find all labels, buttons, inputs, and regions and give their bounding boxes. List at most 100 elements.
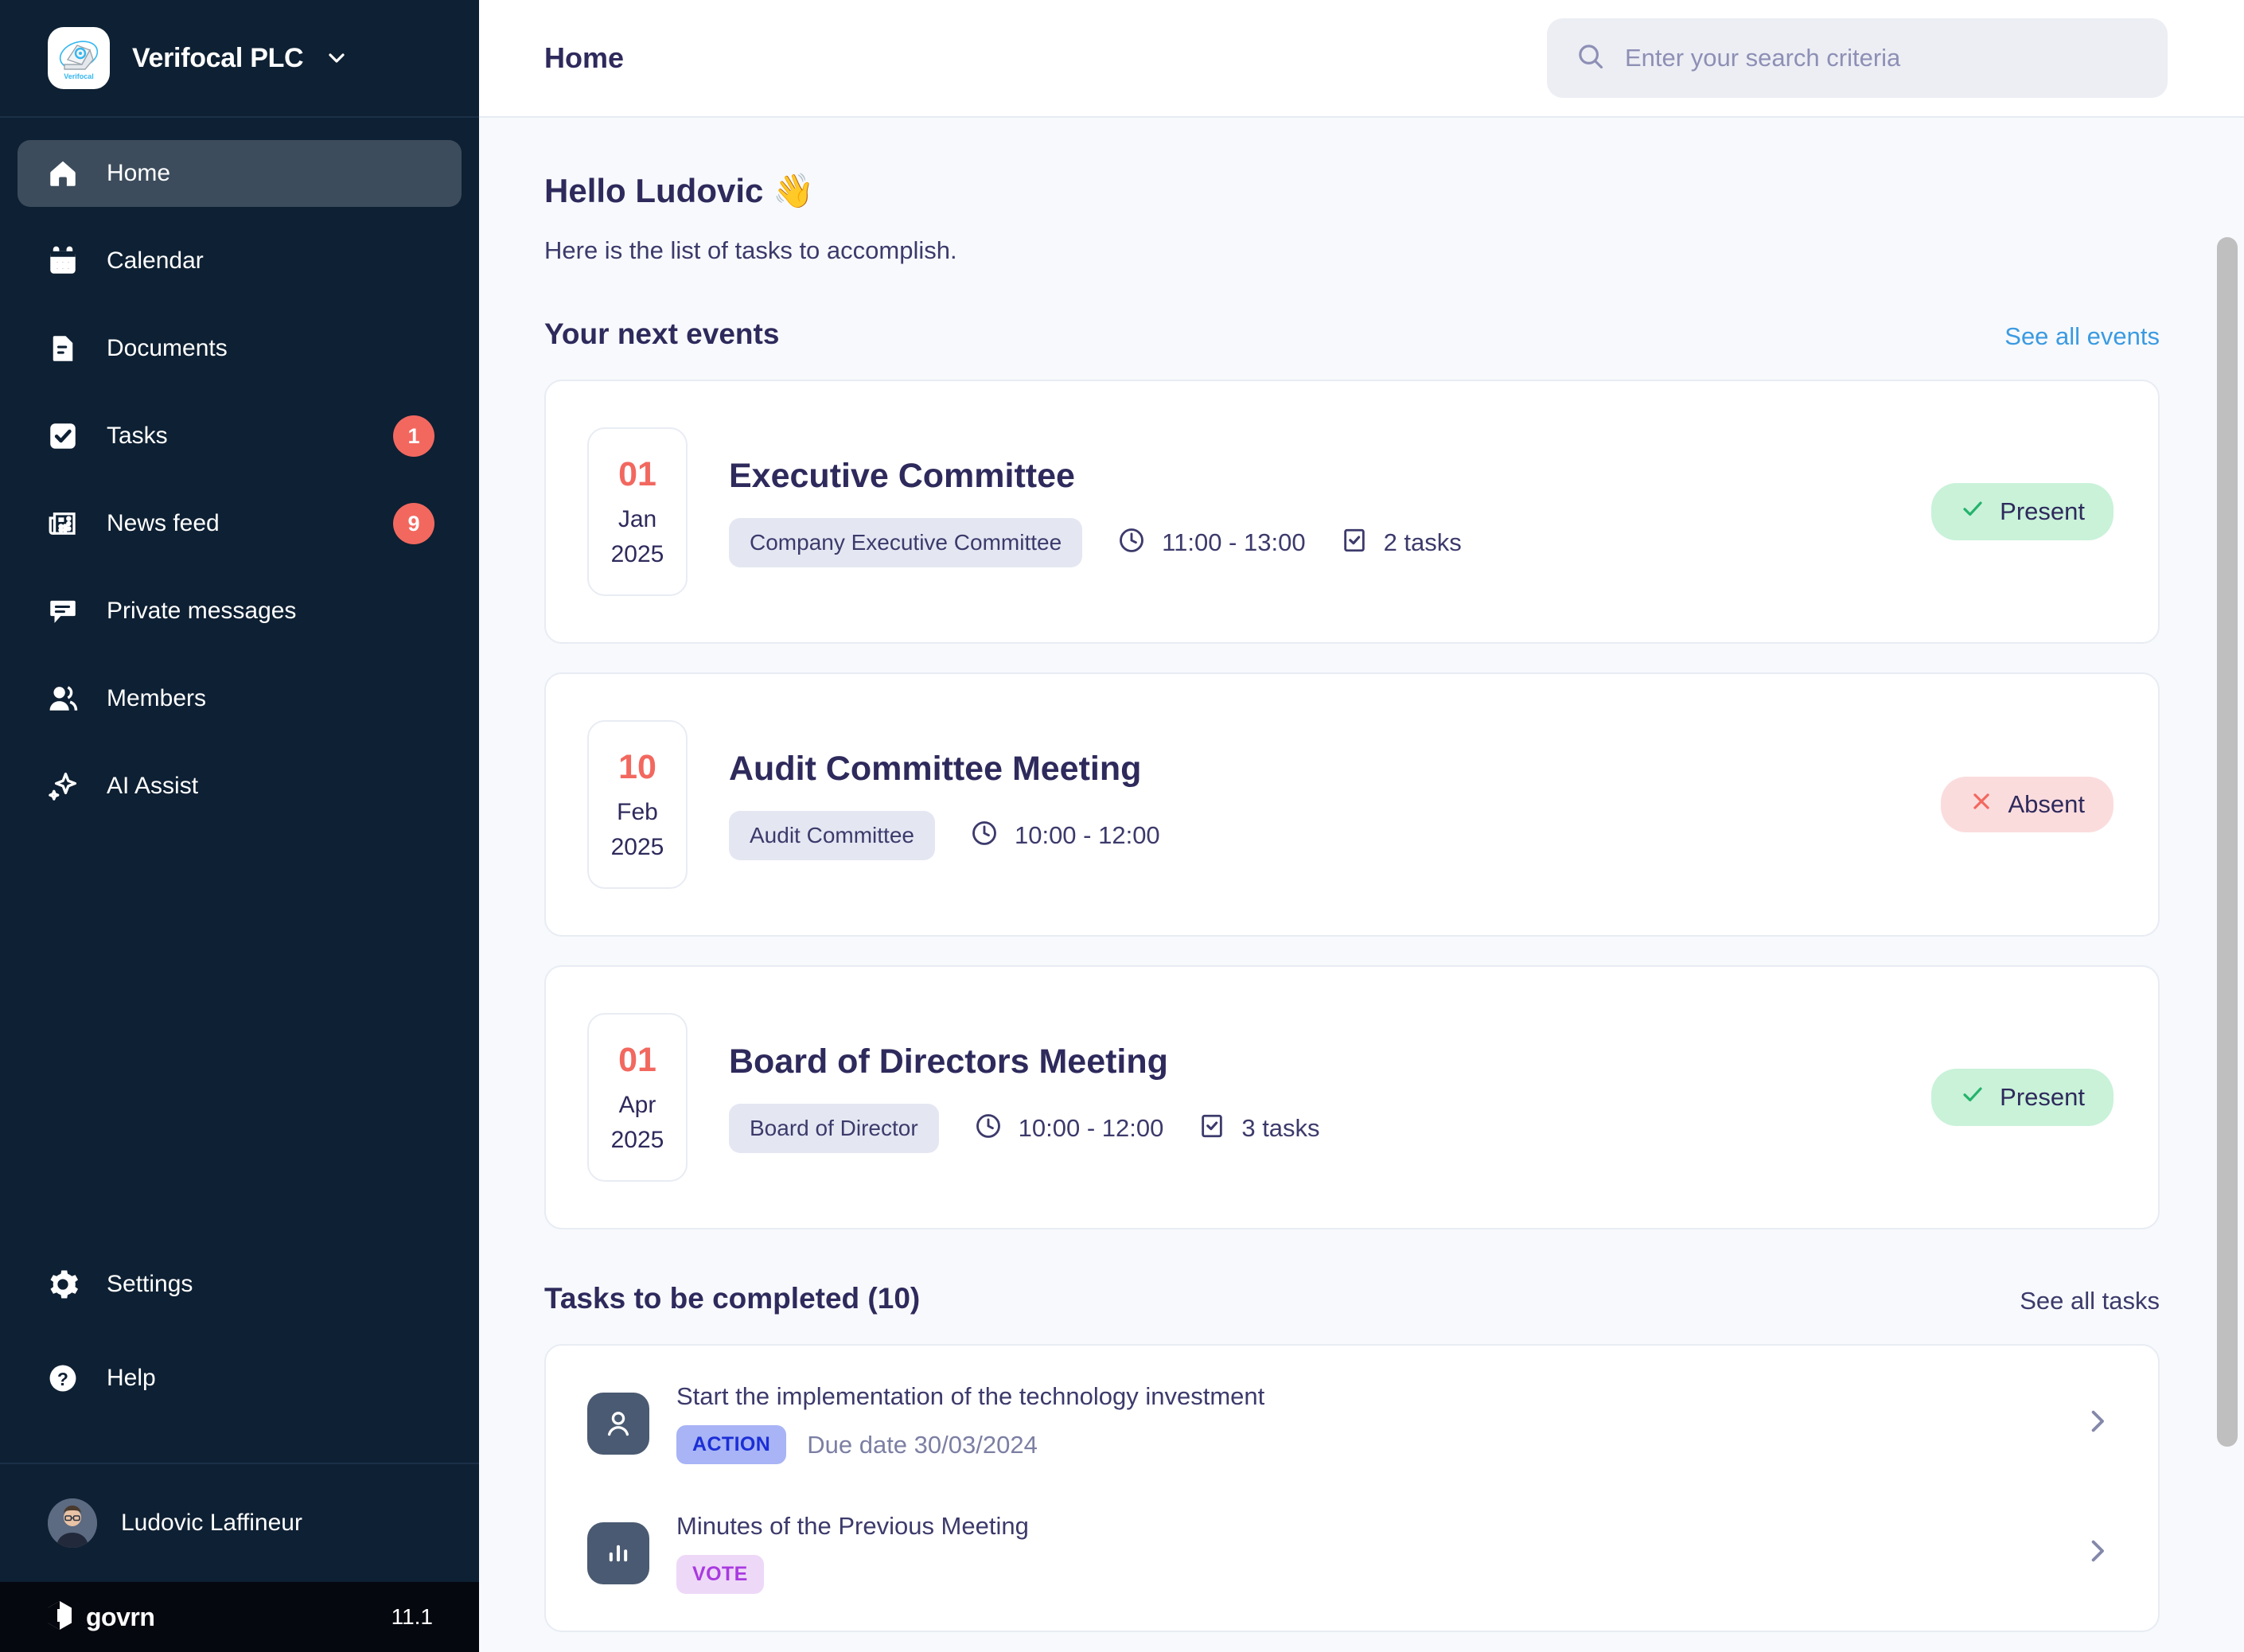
event-date-day: 10 bbox=[618, 748, 656, 787]
event-title: Executive Committee bbox=[729, 456, 1075, 495]
secondary-nav: Settings ? Help bbox=[0, 1251, 479, 1463]
scrollbar-thumb[interactable] bbox=[2217, 237, 2238, 1447]
tasks-section-header: Tasks to be completed (10) See all tasks bbox=[544, 1282, 2160, 1315]
content-scroll-area: Hello Ludovic 👋 Here is the list of task… bbox=[479, 118, 2244, 1652]
status-badge: Present bbox=[1931, 1069, 2113, 1126]
chevron-right-icon[interactable] bbox=[2080, 1405, 2113, 1442]
event-body: Audit Committee Meeting Audit Committee … bbox=[729, 750, 1909, 860]
sidebar-item-ai-assist[interactable]: AI Assist bbox=[18, 753, 462, 820]
sidebar-badge-tasks: 1 bbox=[393, 415, 434, 457]
verifocal-logo-icon: Verifocal bbox=[59, 41, 99, 80]
event-tasks-text: 2 tasks bbox=[1383, 528, 1462, 556]
brand-name: Verifocal PLC bbox=[132, 42, 304, 73]
svg-text:Verifocal: Verifocal bbox=[64, 72, 94, 80]
task-row[interactable]: Minutes of the Previous Meeting VOTE bbox=[546, 1488, 2158, 1618]
newspaper-icon bbox=[45, 507, 81, 540]
sidebar-item-label: Help bbox=[107, 1365, 156, 1391]
chevron-right-icon[interactable] bbox=[2080, 1534, 2113, 1572]
event-meta: Audit Committee 10:00 - 12:00 bbox=[729, 810, 1909, 860]
task-row[interactable]: Start the implementation of the technolo… bbox=[546, 1358, 2158, 1488]
event-time-text: 10:00 - 12:00 bbox=[1014, 820, 1160, 849]
sidebar-item-help[interactable]: ? Help bbox=[18, 1345, 462, 1412]
calendar-icon bbox=[45, 244, 81, 278]
event-card[interactable]: 01 Jan 2025 Executive Committee Company … bbox=[544, 380, 2160, 644]
greeting-subtitle: Here is the list of tasks to accomplish. bbox=[544, 236, 957, 264]
status-badge-label: Present bbox=[2000, 497, 2085, 525]
tasks-card: Start the implementation of the technolo… bbox=[544, 1344, 2160, 1632]
vertical-scrollbar[interactable] bbox=[2217, 237, 2238, 1638]
event-time-text: 11:00 - 13:00 bbox=[1162, 528, 1306, 556]
sidebar-item-label: Home bbox=[107, 160, 171, 186]
task-type-badge: ACTION bbox=[676, 1425, 787, 1464]
primary-nav: Home Calendar Documents Tasks 1 News fee… bbox=[0, 118, 479, 840]
status-badge: Absent bbox=[1941, 777, 2113, 832]
event-body: Executive Committee Company Executive Co… bbox=[729, 457, 1899, 567]
event-date-month: Apr bbox=[618, 1091, 656, 1118]
chat-icon bbox=[45, 594, 81, 628]
sidebar-item-label: Settings bbox=[107, 1271, 193, 1297]
event-meta: Company Executive Committee 11:00 - 13:0… bbox=[729, 517, 1899, 567]
event-date-year: 2025 bbox=[610, 1126, 664, 1153]
gear-icon bbox=[45, 1268, 81, 1301]
task-body: Start the implementation of the technolo… bbox=[676, 1382, 2056, 1464]
event-date-box: 01 Apr 2025 bbox=[587, 1013, 688, 1182]
sparkle-icon bbox=[45, 770, 81, 803]
user-profile[interactable]: Ludovic Laffineur bbox=[0, 1464, 479, 1582]
clock-icon bbox=[974, 1112, 1003, 1144]
sidebar-item-calendar[interactable]: Calendar bbox=[18, 228, 462, 294]
sidebar-badge-news-feed: 9 bbox=[393, 503, 434, 544]
task-meta: ACTION Due date 30/03/2024 bbox=[676, 1425, 2056, 1464]
chevron-down-icon[interactable] bbox=[324, 45, 349, 71]
sidebar-item-label: News feed bbox=[107, 510, 220, 536]
document-icon bbox=[45, 332, 81, 365]
task-meta: VOTE bbox=[676, 1555, 2056, 1594]
search-box[interactable] bbox=[1547, 18, 2168, 98]
sidebar-item-members[interactable]: Members bbox=[18, 665, 462, 732]
greeting: Hello Ludovic 👋 bbox=[544, 172, 815, 209]
see-all-tasks-link[interactable]: See all tasks bbox=[2020, 1287, 2160, 1315]
event-body: Board of Directors Meeting Board of Dire… bbox=[729, 1042, 1899, 1153]
event-date-year: 2025 bbox=[610, 833, 664, 860]
event-time: 10:00 - 12:00 bbox=[974, 1112, 1163, 1144]
bar-chart-icon bbox=[587, 1521, 649, 1584]
govrn-label: govrn bbox=[86, 1602, 155, 1631]
event-tag: Company Executive Committee bbox=[729, 517, 1083, 567]
sidebar: Verifocal Verifocal PLC Home Calendar Do… bbox=[0, 0, 479, 1652]
govrn-logo-icon bbox=[46, 1600, 73, 1634]
question-circle-icon: ? bbox=[45, 1362, 81, 1395]
avatar bbox=[48, 1498, 97, 1548]
event-tasks: 3 tasks bbox=[1198, 1112, 1320, 1144]
sidebar-item-settings[interactable]: Settings bbox=[18, 1251, 462, 1318]
sidebar-item-documents[interactable]: Documents bbox=[18, 315, 462, 382]
topbar: Home bbox=[479, 0, 2244, 118]
app-version: 11.1 bbox=[391, 1604, 433, 1629]
check-square-icon bbox=[1341, 527, 1368, 558]
brand-selector[interactable]: Verifocal Verifocal PLC bbox=[0, 0, 479, 118]
sidebar-item-label: Tasks bbox=[107, 423, 168, 449]
event-date-day: 01 bbox=[618, 455, 656, 494]
event-card[interactable]: 10 Feb 2025 Audit Committee Meeting Audi… bbox=[544, 672, 2160, 937]
search-input[interactable] bbox=[1625, 44, 2139, 72]
task-due-date: Due date 30/03/2024 bbox=[807, 1430, 1038, 1459]
sidebar-item-home[interactable]: Home bbox=[18, 140, 462, 207]
person-icon bbox=[587, 1392, 649, 1455]
check-square-icon bbox=[1198, 1112, 1225, 1144]
event-meta: Board of Director 10:00 - 12:00 3 tasks bbox=[729, 1103, 1899, 1153]
user-name: Ludovic Laffineur bbox=[121, 1510, 302, 1536]
event-card[interactable]: 01 Apr 2025 Board of Directors Meeting B… bbox=[544, 965, 2160, 1229]
event-title: Audit Committee Meeting bbox=[729, 749, 1142, 788]
home-icon bbox=[45, 157, 81, 190]
event-time: 11:00 - 13:00 bbox=[1117, 526, 1306, 559]
see-all-events-link[interactable]: See all events bbox=[2004, 322, 2160, 351]
app-root: Verifocal Verifocal PLC Home Calendar Do… bbox=[0, 0, 2244, 1652]
sidebar-item-tasks[interactable]: Tasks 1 bbox=[18, 403, 462, 469]
company-logo: Verifocal bbox=[48, 27, 110, 89]
tasks-section-title: Tasks to be completed (10) bbox=[544, 1282, 921, 1315]
sidebar-item-private-messages[interactable]: Private messages bbox=[18, 578, 462, 645]
sidebar-item-news-feed[interactable]: News feed 9 bbox=[18, 490, 462, 557]
event-tasks: 2 tasks bbox=[1341, 527, 1462, 558]
event-date-box: 01 Jan 2025 bbox=[587, 427, 688, 596]
clock-icon bbox=[970, 819, 999, 851]
main-area: Home Hello Ludovic 👋 Here is the list of… bbox=[479, 0, 2244, 1652]
